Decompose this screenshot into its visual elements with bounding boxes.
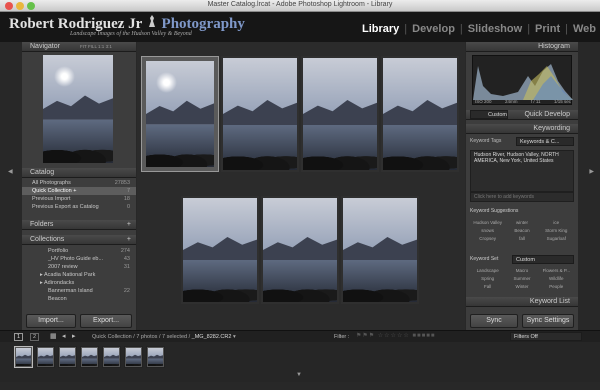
folders-header[interactable]: Folders + [22,220,136,230]
filter-label: Filter : [334,334,350,340]
filmstrip-toolbar: 1 2 ▦ ◂ ▸ Quick Collection / 7 photos / … [0,330,600,342]
sync-settings-button[interactable]: Sync Settings [522,314,574,328]
filmstrip-path: Quick Collection / 7 photos / 7 selected… [92,334,236,340]
right-panel-toggle-icon[interactable]: ▶ [589,168,594,175]
keyword-set-item[interactable]: Summer [505,275,539,283]
keyword-tags-mode[interactable]: Keywords & C... [516,137,574,146]
grid-thumbnail[interactable] [261,196,339,304]
collection-set[interactable]: ▸ Acadia National Park [22,271,136,279]
keyword-suggestions-title: Keyword Suggestions [470,208,519,214]
keyword-set-item[interactable]: People [539,283,573,291]
keyword-set-row: Keyword Set Custom [470,255,574,264]
keyword-suggestion[interactable]: Cropsey [471,235,505,243]
keyword-set-item[interactable]: Landscape [471,267,505,275]
grid-thumbnail[interactable] [221,56,299,172]
navigator-preview[interactable] [43,55,113,163]
left-panel-toggle-icon[interactable]: ◀ [8,168,13,175]
grid-thumbnail[interactable] [381,56,459,172]
module-slideshow[interactable]: Slideshow [468,23,522,35]
keyword-suggestion[interactable]: Storm King [539,227,573,235]
filmstrip: ▼ [0,342,600,382]
keyword-suggestion[interactable]: winter [505,219,539,227]
keyword-suggestion[interactable]: fall [505,235,539,243]
keyword-set-grid: Landscape Macro Flowers & P... Spring Summer… [470,267,574,291]
keyword-set-item[interactable]: Wildlife [539,275,573,283]
grid-thumbnail[interactable] [301,56,379,172]
photographer-icon [148,15,155,27]
window-title: Master Catalog.lrcat - Adobe Photoshop L… [207,1,393,8]
catalog-header[interactable]: Catalog [22,168,136,178]
quick-develop-header[interactable]: Custom Quick Develop [466,110,578,120]
filmstrip-thumbnail[interactable] [14,346,33,368]
keywording-header[interactable]: Keywording [466,124,578,134]
grid-thumbnail[interactable] [341,196,419,304]
module-picker: Library | Develop | Slideshow | Print | Web [361,23,596,35]
histogram-curve [473,64,573,100]
window-titlebar: Master Catalog.lrcat - Adobe Photoshop L… [0,0,600,12]
keyword-suggestion[interactable]: Sugarloaf [539,235,573,243]
module-library[interactable]: Library [362,23,399,35]
histogram-graph[interactable]: ISO 200 24mm f / 11 1/15 sec [472,55,573,105]
add-keywords-field[interactable]: Click here to add keywords [470,192,574,202]
keyword-suggestion[interactable]: snows [471,227,505,235]
grid-thumbnail-selected[interactable] [141,56,219,172]
navigator-header[interactable]: Navigator FIT FILL 1:1 3:1 [22,42,136,52]
import-button[interactable]: Import... [26,314,76,328]
collection-item[interactable]: Beacon [22,295,136,303]
page-1-button[interactable]: 1 [14,333,24,341]
keyword-suggestion[interactable]: Hudson Valley [471,219,505,227]
catalog-item[interactable]: All Photographs 27853 [22,179,136,187]
catalog-list: All Photographs 27853 Quick Collection +7… [22,179,136,211]
module-print[interactable]: Print [535,23,560,35]
filter-select[interactable]: Filters Off [510,332,582,341]
flag-filter-icons[interactable]: ⚑⚑⚑ ☆☆☆☆☆ ■■■■■ [356,332,436,339]
bottom-panel-toggle-icon[interactable]: ▼ [296,372,302,378]
keyword-tags-row: Keyword Tags Keywords & C... [470,137,574,146]
keyword-suggestions-grid: Hudson Valley winter ice snows Beacon Storm K… [470,219,574,243]
filmstrip-thumbnail[interactable] [124,346,143,368]
filmstrip-thumbnail[interactable] [146,346,165,368]
grid-view-icon[interactable]: ▦ [50,332,57,340]
right-panel: Histogram ISO 200 24mm f / 11 1/15 sec Cust… [466,42,578,330]
keyword-set-select[interactable]: Custom [512,255,574,264]
collection-item[interactable]: _HV Photo Guide eb... 43 [22,255,136,263]
export-button[interactable]: Export... [80,314,132,328]
filmstrip-thumbnail[interactable] [58,346,77,368]
collection-item[interactable]: 2007 review 31 [22,263,136,271]
keyword-list-header[interactable]: Keyword List [466,297,578,307]
histogram-info: ISO 200 24mm f / 11 1/15 sec [475,99,571,104]
filmstrip-thumbnail[interactable] [102,346,121,368]
filmstrip-thumbnail[interactable] [36,346,55,368]
collections-header[interactable]: Collections + [22,235,136,245]
catalog-item[interactable]: Previous Export as Catalog 0 [22,203,136,211]
collections-list: Portfolio 274 _HV Photo Guide eb... 43 200… [22,247,136,305]
forward-arrow-icon[interactable]: ▸ [72,332,76,340]
collection-item[interactable]: Bannerman Island 22 [22,287,136,295]
photo-grid [137,42,465,330]
module-develop[interactable]: Develop [412,23,455,35]
keyword-suggestion[interactable]: ice [539,219,573,227]
keyword-set-item[interactable]: Fall [471,283,505,291]
quick-develop-preset[interactable]: Custom [470,110,508,119]
keyword-set-item[interactable]: Winter [505,283,539,291]
identity-tagline: Landscape Images of the Hudson Valley & … [70,31,192,37]
keyword-set-item[interactable]: Macro [505,267,539,275]
keyword-suggestion[interactable]: Beacon [505,227,539,235]
sync-button[interactable]: Sync [470,314,518,328]
histogram-header[interactable]: Histogram [466,42,578,52]
keyword-set-item[interactable]: Flowers & P... [539,267,573,275]
filmstrip-thumbnail[interactable] [80,346,99,368]
keyword-tags-field[interactable]: Hudson River, Hudson Valley, NORTH AMERI… [470,150,574,192]
module-web[interactable]: Web [573,23,596,35]
page-2-button[interactable]: 2 [30,333,40,341]
back-arrow-icon[interactable]: ◂ [62,332,66,340]
grid-thumbnail[interactable] [181,196,259,304]
catalog-item[interactable]: Quick Collection +7 [22,187,136,195]
collection-set[interactable]: ▸ Adirondacks [22,279,136,287]
catalog-item[interactable]: Previous Import 18 [22,195,136,203]
keyword-set-item[interactable]: Spring [471,275,505,283]
collection-item[interactable]: Portfolio 274 [22,247,136,255]
left-panel: Navigator FIT FILL 1:1 3:1 Catalog All P… [22,42,136,330]
